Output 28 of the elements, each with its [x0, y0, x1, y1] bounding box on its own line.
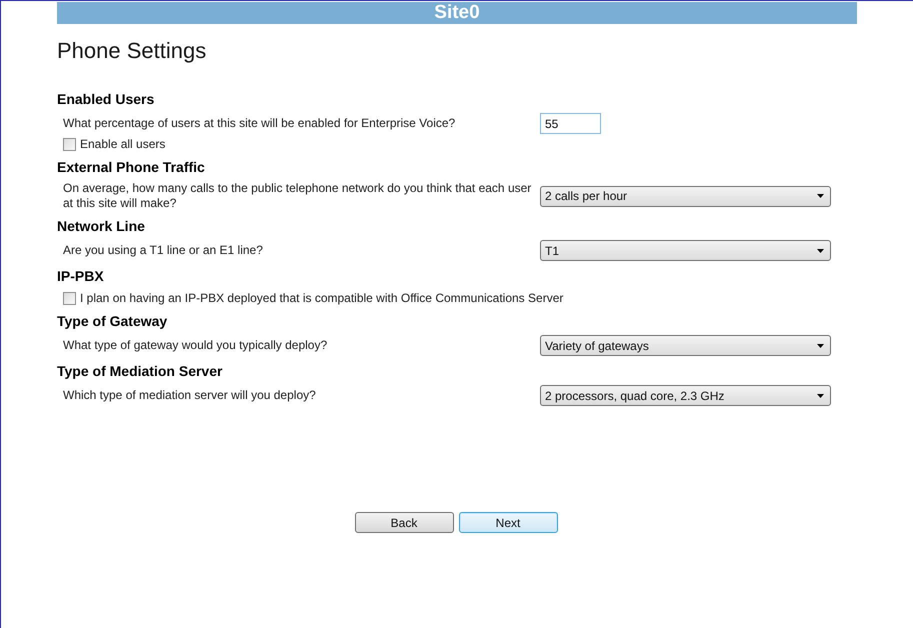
select-dropdown[interactable]: 2 processors, quad core, 2.3 GHz — [540, 385, 831, 406]
page-title: Phone Settings — [57, 37, 208, 65]
caret-icon — [817, 194, 824, 198]
section-heading: Type of Mediation Server — [57, 362, 224, 381]
select-dropdown[interactable]: Variety of gateways — [540, 335, 831, 356]
section-heading: Network Line — [57, 217, 146, 236]
section-heading: Type of Gateway — [57, 312, 168, 331]
text-input[interactable]: 55 — [540, 113, 601, 134]
section-heading: External Phone Traffic — [57, 158, 206, 177]
caret-icon — [817, 248, 824, 252]
question-text: On average, how many calls to the public telephone network do you think that each user at this site will make? — [63, 181, 532, 211]
caret-icon — [817, 344, 824, 348]
caret-icon — [817, 394, 824, 398]
wizard-button[interactable]: Next — [458, 512, 558, 533]
site-title: Site0 — [434, 2, 480, 24]
select-dropdown[interactable]: T1 — [540, 240, 831, 261]
question-text: Which type of mediation server will you deploy? — [63, 388, 317, 403]
checkbox-label: Enable all users — [80, 136, 166, 152]
wizard-button[interactable]: Back — [354, 512, 454, 533]
section-heading: Enabled Users — [57, 90, 156, 109]
section-heading: IP-PBX — [57, 267, 105, 286]
checkbox[interactable] — [63, 292, 76, 304]
checkbox[interactable] — [63, 138, 76, 150]
question-text: Are you using a T1 line or an E1 line? — [63, 243, 264, 258]
checkbox-label: I plan on having an IP-PBX deployed that is compatible with Office Communications Server — [80, 290, 564, 306]
question-text: What percentage of users at this site will be enabled for Enterprise Voice? — [63, 116, 456, 131]
question-text: What type of gateway would you typically deploy? — [63, 338, 328, 353]
select-dropdown[interactable]: 2 calls per hour — [540, 186, 831, 206]
